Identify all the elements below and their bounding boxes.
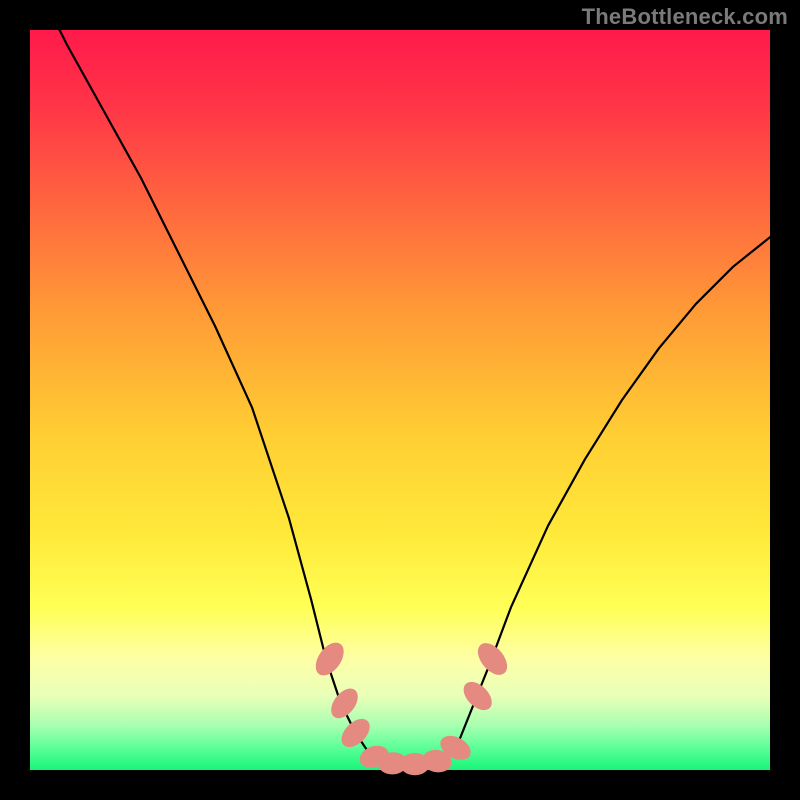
- chart-frame: TheBottleneck.com: [0, 0, 800, 800]
- curve-bead: [472, 638, 513, 681]
- curve-bead: [310, 637, 349, 680]
- bottleneck-curve: [30, 0, 770, 764]
- plot-area: [30, 30, 770, 770]
- curve-svg: [30, 30, 770, 770]
- beads-group: [310, 637, 513, 775]
- curve-bead: [326, 684, 363, 724]
- curve-bead: [336, 714, 375, 753]
- curve-bead: [458, 677, 497, 716]
- watermark-text: TheBottleneck.com: [582, 4, 788, 30]
